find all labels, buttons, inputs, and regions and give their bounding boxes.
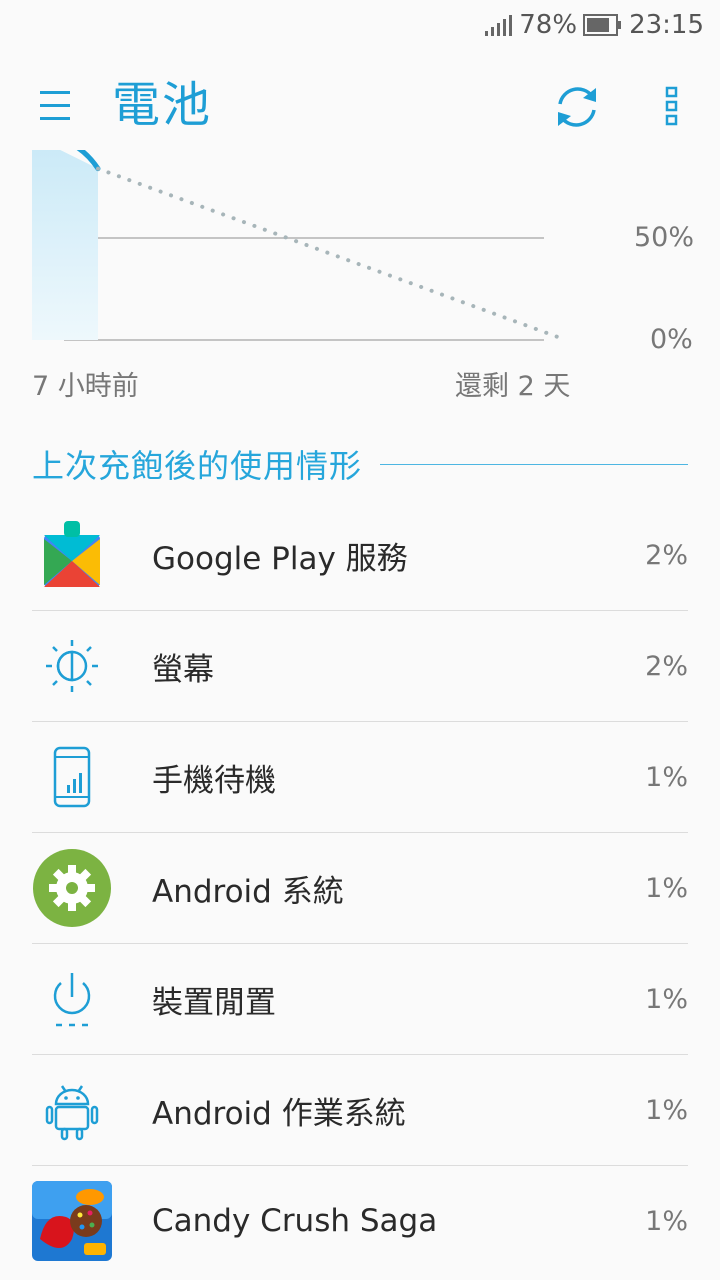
list-item-candy-crush-saga[interactable]: Candy Crush Saga 1% <box>32 1166 688 1276</box>
list-item-label: Android 系統 <box>152 873 344 910</box>
usage-list: Google Play 服務 2% 螢幕 2% 手機待機 1% Android … <box>32 500 688 1276</box>
list-item-screen[interactable]: 螢幕 2% <box>32 611 688 722</box>
battery-chart: 50% 0% 7 小時前 還剩 2 天 <box>0 133 720 410</box>
list-item-percent: 2% <box>645 650 688 682</box>
list-item-percent: 2% <box>645 539 688 571</box>
list-item-device-idle[interactable]: 裝置閒置 1% <box>32 944 688 1055</box>
list-item-percent: 1% <box>645 872 688 904</box>
list-item-percent: 1% <box>645 761 688 793</box>
list-item-label: 螢幕 <box>152 651 214 688</box>
battery-prediction-line <box>96 166 568 342</box>
usage-section-header: 上次充飽後的使用情形 <box>32 436 688 492</box>
list-item-label: 手機待機 <box>152 762 276 799</box>
more-options-button[interactable] <box>656 82 688 130</box>
chart-end-label: 還剩 2 天 <box>455 371 571 402</box>
list-item-android-os[interactable]: Android 作業系統 1% <box>32 1055 688 1166</box>
android-system-gear-icon <box>32 848 112 928</box>
battery-percent: 78% <box>519 10 578 40</box>
page-title: 電池 <box>112 77 213 133</box>
status-bar: 78% 23:15 <box>0 0 720 50</box>
list-item-label: 裝置閒置 <box>152 984 276 1021</box>
hamburger-icon <box>40 91 70 120</box>
list-item-percent: 1% <box>645 983 688 1015</box>
device-idle-power-icon <box>32 959 112 1039</box>
candy-crush-saga-icon <box>32 1181 112 1261</box>
section-title: 上次充飽後的使用情形 <box>32 447 363 485</box>
list-item-android-system[interactable]: Android 系統 1% <box>32 833 688 944</box>
signal-icon <box>483 13 513 37</box>
section-divider <box>380 463 688 465</box>
list-item-label: Google Play 服務 <box>152 540 408 577</box>
list-item-label: Candy Crush Saga <box>152 1203 438 1239</box>
tick-label-50: 50% <box>634 222 695 253</box>
battery-history-area <box>32 136 98 340</box>
refresh-button[interactable] <box>548 78 606 136</box>
google-play-services-icon <box>32 515 112 595</box>
app-bar: 電池 <box>0 60 720 150</box>
list-item-label: Android 作業系統 <box>152 1095 406 1132</box>
chart-start-label: 7 小時前 <box>32 371 139 402</box>
android-os-robot-icon <box>32 1070 112 1150</box>
list-item-google-play-services[interactable]: Google Play 服務 2% <box>32 500 688 611</box>
list-item-percent: 1% <box>645 1094 688 1126</box>
tick-label-0: 0% <box>650 324 693 355</box>
list-item-percent: 1% <box>645 1205 688 1237</box>
more-vert-icon <box>665 86 678 126</box>
menu-button[interactable] <box>30 82 80 128</box>
battery-icon <box>583 13 623 37</box>
screen-brightness-icon <box>32 626 112 706</box>
battery-chart-plot <box>29 133 568 342</box>
phone-standby-icon <box>32 737 112 817</box>
clock: 23:15 <box>629 10 704 40</box>
list-item-phone-standby[interactable]: 手機待機 1% <box>32 722 688 833</box>
refresh-icon <box>558 87 596 127</box>
